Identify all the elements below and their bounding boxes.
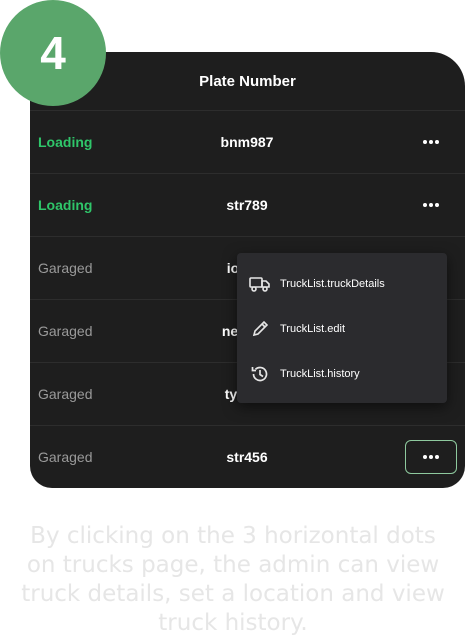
table-row: Garaged str456 <box>30 426 465 488</box>
status-cell: Garaged <box>38 323 93 339</box>
menu-item-label: TruckList.history <box>280 367 360 380</box>
row-actions-menu: TruckList.truckDetails TruckList.edit Tr… <box>237 253 447 403</box>
more-options-button[interactable] <box>405 125 457 159</box>
plate-cell: ty <box>224 386 238 402</box>
table-row: Loading bnm987 <box>30 111 465 174</box>
menu-item-truck-details[interactable]: TruckList.truckDetails <box>237 261 447 306</box>
more-options-button[interactable] <box>405 188 457 222</box>
more-horizontal-icon <box>423 203 439 207</box>
status-cell: Loading <box>38 134 93 150</box>
plate-cell: ne <box>221 323 239 339</box>
plate-cell: bnm987 <box>220 134 274 150</box>
plate-number-column-header: Plate Number <box>199 72 296 90</box>
truck-icon <box>249 273 271 295</box>
pencil-icon <box>249 318 271 340</box>
menu-item-edit[interactable]: TruckList.edit <box>237 306 447 351</box>
table-row: Loading str789 <box>30 174 465 237</box>
more-options-button-active[interactable] <box>405 440 457 474</box>
tutorial-caption: By clicking on the 3 horizontal dots on … <box>21 523 445 636</box>
plate-cell: str789 <box>226 197 268 213</box>
status-cell: Garaged <box>38 386 93 402</box>
status-cell: Garaged <box>38 260 93 276</box>
menu-item-label: TruckList.truckDetails <box>280 277 385 290</box>
plate-cell: str456 <box>226 449 268 465</box>
step-number-badge: 4 <box>0 0 106 106</box>
status-cell: Loading <box>38 197 93 213</box>
menu-item-history[interactable]: TruckList.history <box>237 351 447 396</box>
menu-item-label: TruckList.edit <box>280 322 346 335</box>
more-horizontal-icon <box>423 455 439 459</box>
status-cell: Garaged <box>38 449 93 465</box>
more-horizontal-icon <box>423 140 439 144</box>
history-icon <box>249 363 271 385</box>
